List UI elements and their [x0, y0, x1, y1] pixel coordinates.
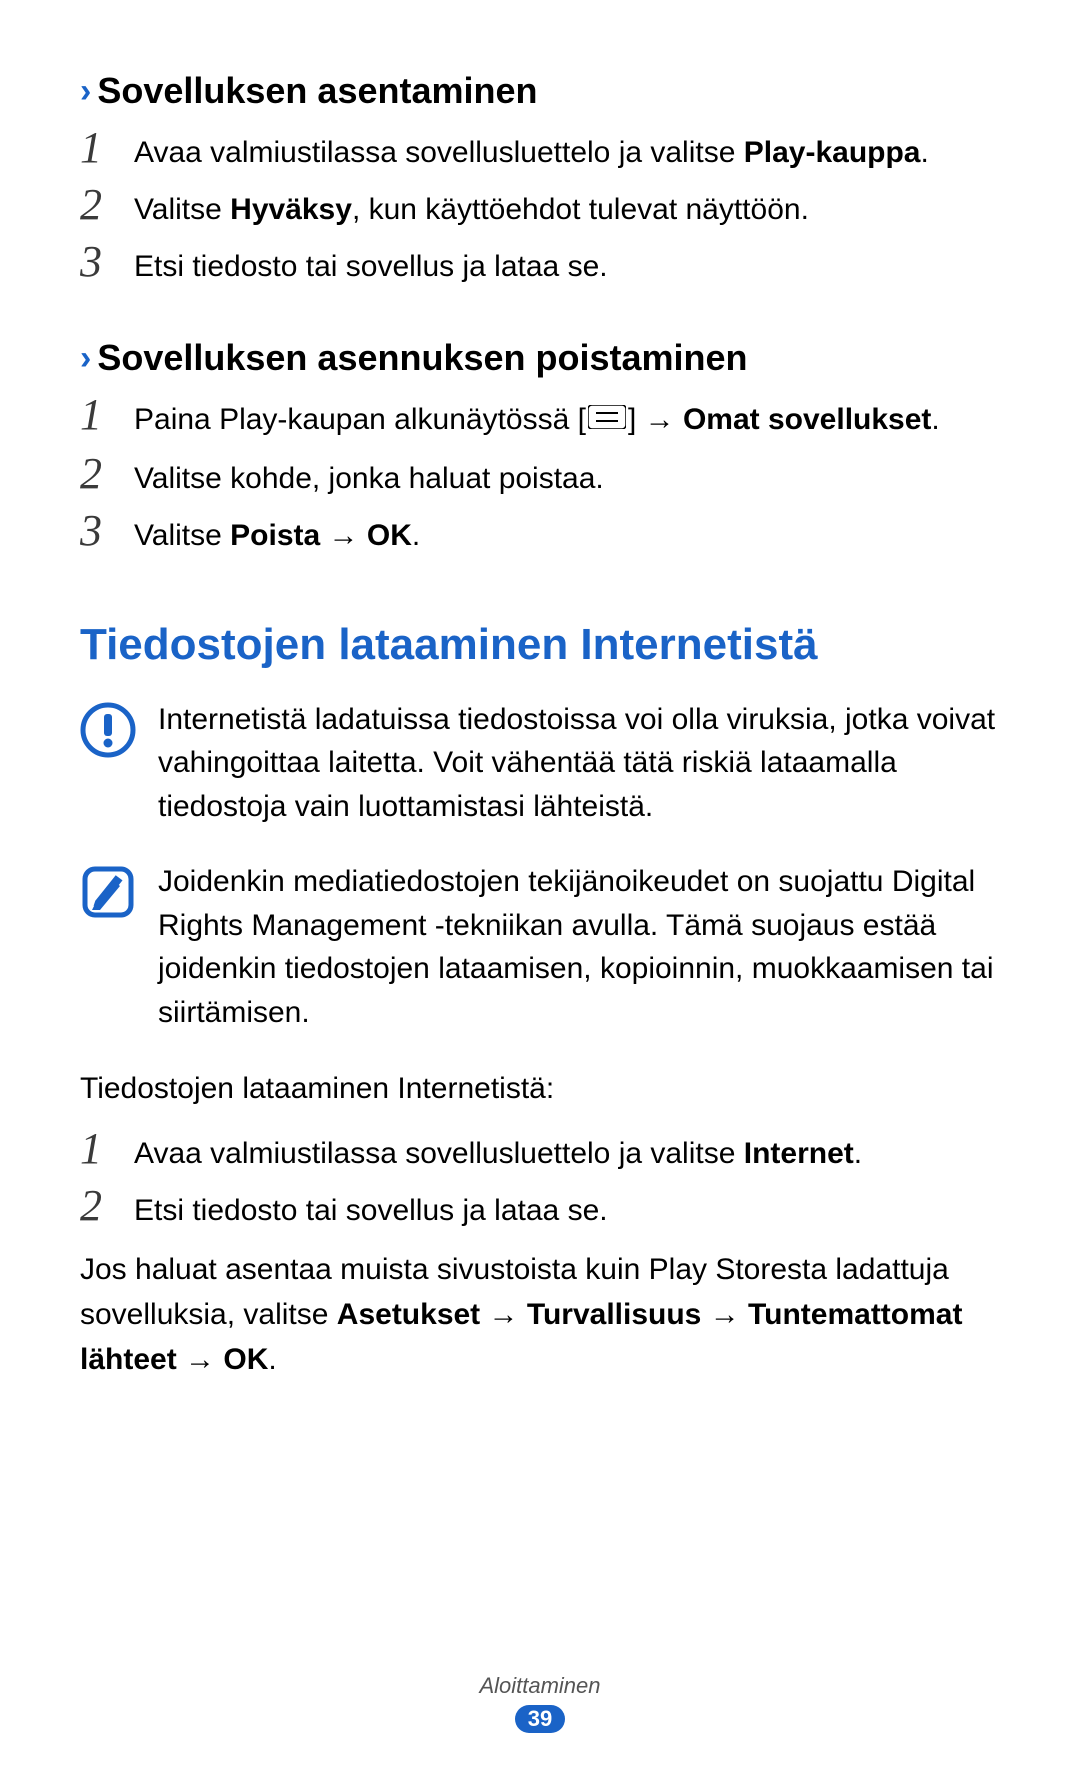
menu-icon [588, 397, 626, 442]
step-text: Paina Play-kaupan alkunäytössä [] → Omat… [134, 397, 1000, 444]
step-number: 3 [80, 509, 134, 553]
page-number: 39 [515, 1705, 565, 1733]
warning-icon [80, 702, 136, 758]
note-callout: Joidenkin mediatiedostojen tekijänoikeud… [80, 860, 1000, 1034]
heading-text: Sovelluksen asennuksen poistaminen [97, 337, 747, 379]
footer-label: Aloittaminen [0, 1673, 1080, 1699]
page-title: Tiedostojen lataaminen Internetistä [80, 620, 1000, 670]
step-number: 1 [80, 1127, 134, 1171]
step-number: 2 [80, 452, 134, 496]
outro-text: Jos haluat asentaa muista sivustoista ku… [80, 1247, 1000, 1382]
section-install: › Sovelluksen asentaminen 1 Avaa valmius… [80, 70, 1000, 289]
note-icon [80, 864, 136, 920]
step-text: Avaa valmiustilassa sovellusluettelo ja … [134, 1131, 1000, 1176]
step-number: 3 [80, 240, 134, 284]
chevron-icon: › [80, 339, 91, 378]
list-item: 2 Valitse kohde, jonka haluat poistaa. [80, 456, 1000, 501]
heading-text: Sovelluksen asentaminen [97, 70, 537, 112]
step-text: Avaa valmiustilassa sovellusluettelo ja … [134, 130, 1000, 175]
list-item: 3 Etsi tiedosto tai sovellus ja lataa se… [80, 244, 1000, 289]
section-uninstall: › Sovelluksen asennuksen poistaminen 1 P… [80, 337, 1000, 558]
step-text: Valitse Poista → OK. [134, 513, 1000, 558]
page-footer: Aloittaminen 39 [0, 1673, 1080, 1733]
step-number: 2 [80, 1184, 134, 1228]
list-item: 2 Etsi tiedosto tai sovellus ja lataa se… [80, 1188, 1000, 1233]
list-item: 3 Valitse Poista → OK. [80, 513, 1000, 558]
step-number: 1 [80, 126, 134, 170]
step-text: Etsi tiedosto tai sovellus ja lataa se. [134, 1188, 1000, 1233]
heading-uninstall: › Sovelluksen asennuksen poistaminen [80, 337, 1000, 379]
step-text: Etsi tiedosto tai sovellus ja lataa se. [134, 244, 1000, 289]
chevron-icon: › [80, 72, 91, 111]
section-download: Tiedostojen lataaminen Internetistä: 1 A… [80, 1066, 1000, 1382]
heading-install: › Sovelluksen asentaminen [80, 70, 1000, 112]
note-text: Joidenkin mediatiedostojen tekijänoikeud… [158, 860, 1000, 1034]
step-text: Valitse Hyväksy, kun käyttöehdot tulevat… [134, 187, 1000, 232]
step-text: Valitse kohde, jonka haluat poistaa. [134, 456, 1000, 501]
list-item: 1 Paina Play-kaupan alkunäytössä [] → Om… [80, 397, 1000, 444]
list-item: 1 Avaa valmiustilassa sovellusluettelo j… [80, 1131, 1000, 1176]
step-number: 2 [80, 183, 134, 227]
step-number: 1 [80, 393, 134, 437]
list-item: 2 Valitse Hyväksy, kun käyttöehdot tulev… [80, 187, 1000, 232]
intro-text: Tiedostojen lataaminen Internetistä: [80, 1066, 1000, 1111]
list-item: 1 Avaa valmiustilassa sovellusluettelo j… [80, 130, 1000, 175]
warning-text: Internetistä ladatuissa tiedostoissa voi… [158, 698, 1000, 829]
warning-callout: Internetistä ladatuissa tiedostoissa voi… [80, 698, 1000, 829]
